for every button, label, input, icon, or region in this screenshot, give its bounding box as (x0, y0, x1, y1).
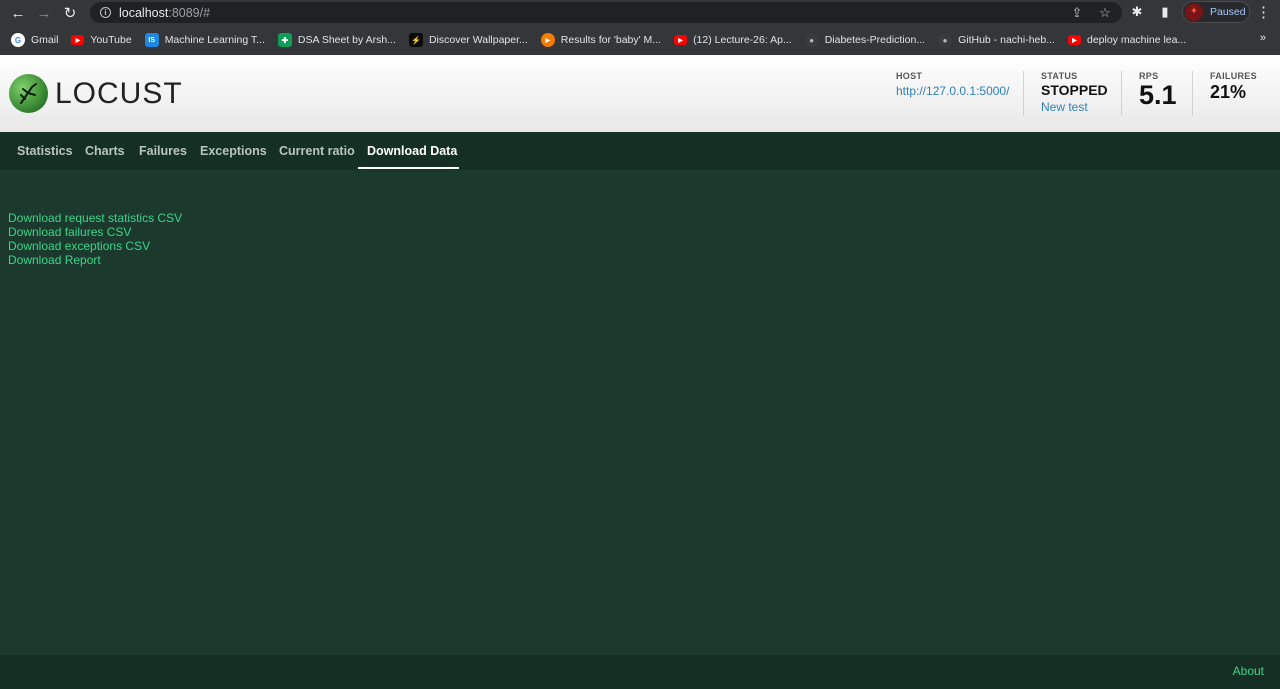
bookmark-label: YouTube (90, 34, 132, 46)
bookmark-item[interactable]: IS Machine Learning T... (144, 33, 265, 47)
download-list: Download request statistics CSV Download… (8, 211, 182, 267)
bookmark-label: Machine Learning T... (164, 34, 265, 46)
new-test-link[interactable]: New test (1041, 100, 1108, 114)
address-bar[interactable]: i localhost:8089/# ⇪ ☆ (90, 2, 1122, 23)
bookmark-label: GitHub - nachi-heb... (958, 34, 1055, 46)
bookmark-label: (12) Lecture-26: Ap... (693, 34, 792, 46)
bookmark-item[interactable]: ▶ YouTube (71, 34, 132, 46)
tab-current-ratio[interactable]: Current ratio (279, 132, 355, 170)
locust-header: LOCUST HOST http://127.0.0.1:5000/ STATU… (0, 55, 1280, 132)
tab-failures[interactable]: Failures (139, 132, 187, 170)
rps-value: 5.1 (1139, 80, 1177, 110)
bookmark-item[interactable]: G Gmail (11, 33, 58, 47)
tab-download-data[interactable]: Download Data (367, 132, 457, 170)
extensions-puzzle-icon[interactable]: ✱ (1126, 1, 1148, 23)
failures-label: FAILURES (1210, 71, 1257, 81)
host-link[interactable]: http://127.0.0.1:5000/ (896, 84, 1009, 98)
github-icon: ● (804, 33, 819, 47)
header-divider (1121, 71, 1122, 116)
bookmark-label: deploy machine lea... (1086, 34, 1187, 46)
status-stat: STATUS STOPPED New test (1041, 71, 1108, 114)
profile-status-label: Paused (1210, 6, 1246, 18)
bookmark-label: Discover Wallpaper... (428, 34, 528, 46)
youtube-icon: ▶ (674, 35, 688, 45)
bookmarks-bar: G Gmail ▶ YouTube IS Machine Learning T.… (0, 28, 1280, 52)
wallpaper-icon: ⚡ (408, 33, 423, 47)
failures-stat: FAILURES 21% (1210, 71, 1257, 103)
forward-arrow-icon[interactable]: → (31, 1, 57, 25)
url-path: :8089/# (168, 5, 211, 20)
tab-exceptions[interactable]: Exceptions (200, 132, 267, 170)
download-report-link[interactable]: Download Report (8, 253, 182, 267)
avatar: ✦ (1185, 3, 1203, 21)
sheets-icon: ✚ (277, 33, 292, 47)
download-request-stats-link[interactable]: Download request statistics CSV (8, 211, 182, 225)
tab-statistics[interactable]: Statistics (17, 132, 73, 170)
bookmark-label: Results for 'baby' M... (560, 34, 662, 46)
more-bookmarks-icon[interactable]: » (1260, 32, 1266, 44)
status-value: STOPPED (1041, 82, 1108, 98)
bookmark-label: DSA Sheet by Arsh... (297, 34, 396, 46)
bookmark-item[interactable]: ● GitHub - nachi-heb... (938, 33, 1055, 47)
logo-text: LOCUST (55, 76, 183, 110)
bookmark-item[interactable]: ▶ deploy machine lea... (1067, 34, 1187, 46)
extensions-area: ✱ ▮ ✦ Paused (1126, 1, 1250, 23)
rps-stat: RPS 5.1 (1139, 71, 1177, 111)
github-icon: ● (938, 33, 953, 47)
bookmark-item[interactable]: ● Diabetes-Prediction... (804, 33, 926, 47)
bookmark-item[interactable]: ▶ (12) Lecture-26: Ap... (674, 34, 792, 46)
status-label: STATUS (1041, 71, 1078, 81)
omnibox-actions: ⇪ ☆ (1068, 4, 1114, 21)
tab-bar: Statistics Charts Failures Exceptions Cu… (0, 132, 1280, 170)
main-content: Download request statistics CSV Download… (0, 170, 1280, 655)
is-icon: IS (144, 33, 159, 47)
share-icon[interactable]: ⇪ (1068, 4, 1086, 21)
footer: About (0, 655, 1280, 689)
download-exceptions-link[interactable]: Download exceptions CSV (8, 239, 182, 253)
site-info-icon[interactable]: i (100, 7, 111, 18)
side-panel-icon[interactable]: ▮ (1154, 1, 1176, 23)
about-link[interactable]: About (1233, 664, 1264, 678)
bookmark-label: Diabetes-Prediction... (824, 34, 926, 46)
download-failures-link[interactable]: Download failures CSV (8, 225, 182, 239)
play-orange-icon: ▶ (540, 33, 555, 47)
header-divider (1023, 71, 1024, 116)
bookmark-label: Gmail (31, 34, 59, 46)
tab-charts[interactable]: Charts (85, 132, 125, 170)
browser-menu-icon[interactable]: ⋮ (1256, 3, 1271, 21)
active-tab-indicator (358, 167, 459, 169)
host-stat: HOST http://127.0.0.1:5000/ (896, 71, 1009, 98)
url-host: localhost (119, 5, 169, 20)
failures-value: 21% (1210, 82, 1247, 102)
browser-chrome: ← → ↻ i localhost:8089/# ⇪ ☆ ✱ ▮ ✦ Pause… (0, 0, 1280, 55)
gmail-icon: G (11, 33, 25, 47)
bookmark-item[interactable]: ▶ Results for 'baby' M... (540, 33, 662, 47)
back-arrow-icon[interactable]: ← (5, 1, 31, 25)
star-icon[interactable]: ☆ (1096, 4, 1114, 21)
locust-logo[interactable]: LOCUST (9, 74, 183, 113)
bookmark-item[interactable]: ⚡ Discover Wallpaper... (408, 33, 528, 47)
reload-icon[interactable]: ↻ (57, 1, 83, 25)
grasshopper-icon (20, 83, 37, 104)
youtube-icon: ▶ (1067, 35, 1081, 45)
youtube-icon: ▶ (71, 35, 85, 45)
host-label: HOST (896, 71, 923, 81)
header-divider (1192, 71, 1193, 116)
locust-logo-icon (9, 74, 48, 113)
profile-button[interactable]: ✦ Paused (1182, 1, 1250, 23)
bookmark-item[interactable]: ✚ DSA Sheet by Arsh... (277, 33, 396, 47)
